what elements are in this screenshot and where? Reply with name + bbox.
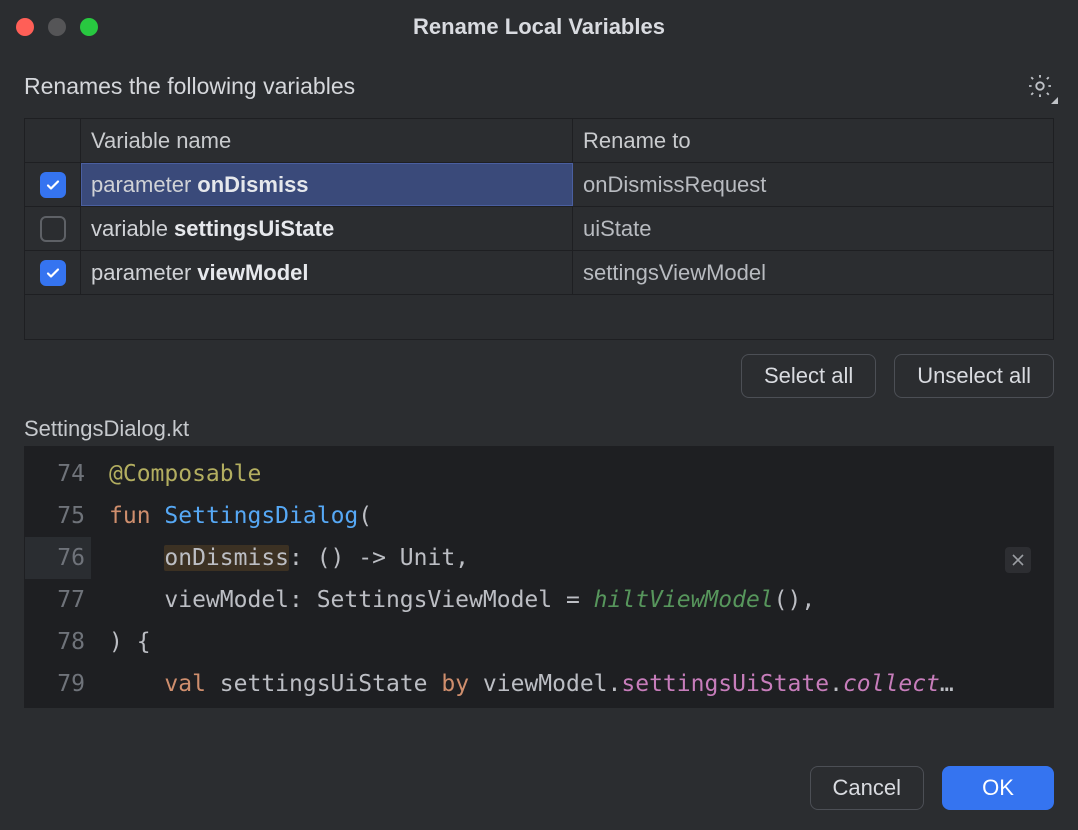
- window-title: Rename Local Variables: [0, 14, 1078, 40]
- rename-input[interactable]: [583, 260, 1043, 286]
- minimize-window-button[interactable]: [48, 18, 66, 36]
- rename-input[interactable]: [583, 216, 1043, 242]
- row-checkbox[interactable]: [40, 216, 66, 242]
- cancel-button[interactable]: Cancel: [810, 766, 924, 810]
- variables-table: Variable name Rename to parameter onDism…: [24, 118, 1054, 340]
- col-variable-name: Variable name: [81, 119, 573, 162]
- col-rename-to: Rename to: [573, 119, 1053, 162]
- select-all-button[interactable]: Select all: [741, 354, 876, 398]
- unselect-all-button[interactable]: Unselect all: [894, 354, 1054, 398]
- variable-name-cell[interactable]: variable settingsUiState: [81, 207, 573, 250]
- editor-gutter: 747576777879: [25, 447, 103, 707]
- zoom-window-button[interactable]: [80, 18, 98, 36]
- titlebar: Rename Local Variables: [0, 0, 1078, 54]
- table-row[interactable]: variable settingsUiState: [25, 207, 1053, 251]
- table-header-row: Variable name Rename to: [25, 119, 1053, 163]
- table-row[interactable]: parameter viewModel: [25, 251, 1053, 295]
- row-checkbox[interactable]: [40, 172, 66, 198]
- close-icon[interactable]: [1005, 547, 1031, 573]
- gear-icon[interactable]: [1026, 72, 1054, 100]
- ok-button[interactable]: OK: [942, 766, 1054, 810]
- variable-name-cell[interactable]: parameter viewModel: [81, 251, 573, 294]
- row-checkbox[interactable]: [40, 260, 66, 286]
- editor-code[interactable]: @Composablefun SettingsDialog( onDismiss…: [103, 447, 1053, 707]
- table-empty-row: [25, 295, 1053, 339]
- file-name-label: SettingsDialog.kt: [24, 416, 1054, 442]
- rename-input[interactable]: [583, 172, 1043, 198]
- dialog-subtitle: Renames the following variables: [24, 73, 355, 100]
- table-row[interactable]: parameter onDismiss: [25, 163, 1053, 207]
- code-preview: 747576777879 @Composablefun SettingsDial…: [24, 446, 1054, 708]
- close-window-button[interactable]: [16, 18, 34, 36]
- window-controls: [16, 18, 98, 36]
- variable-name-cell[interactable]: parameter onDismiss: [81, 163, 573, 206]
